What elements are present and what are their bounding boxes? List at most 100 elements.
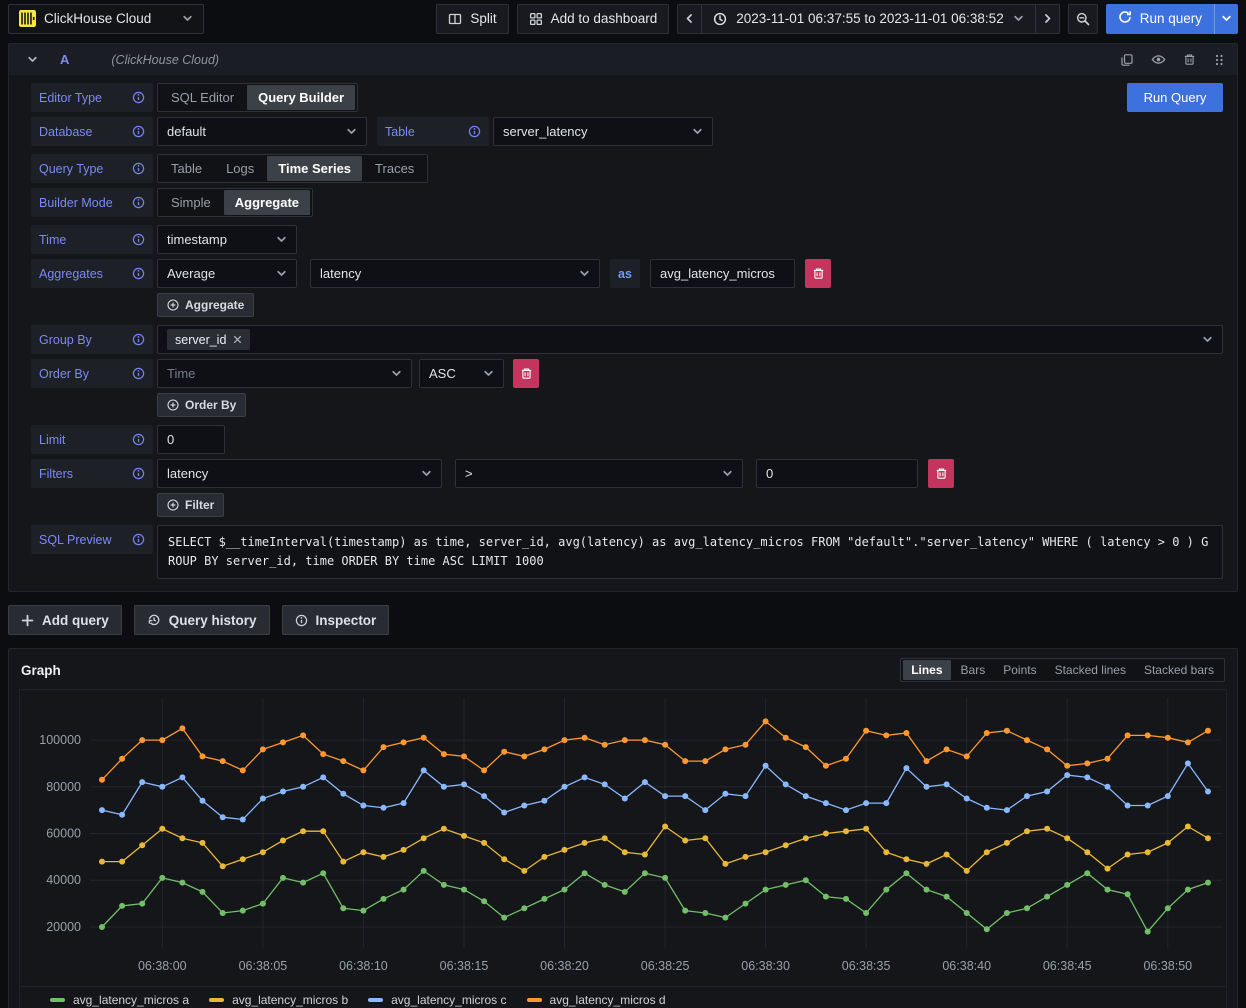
filter-value-input[interactable] — [756, 459, 918, 488]
option-points[interactable]: Points — [995, 660, 1044, 680]
remove-filter-button[interactable] — [928, 459, 954, 488]
aggregate-alias-input[interactable] — [650, 259, 795, 288]
info-icon[interactable] — [132, 533, 145, 546]
inspector-button[interactable]: Inspector — [282, 605, 390, 635]
info-icon[interactable] — [132, 467, 145, 480]
run-query-panel-button[interactable]: Run Query — [1127, 83, 1223, 112]
filters-label: Filters — [31, 459, 153, 488]
option-simple[interactable]: Simple — [160, 190, 222, 215]
chevron-right-icon — [1042, 13, 1053, 24]
info-icon[interactable] — [132, 333, 145, 346]
svg-text:80000: 80000 — [46, 780, 81, 794]
time-series-chart[interactable]: 2000040000600008000010000006:38:0006:38:… — [19, 689, 1227, 1008]
duplicate-query-icon[interactable] — [1120, 53, 1134, 67]
chevron-down-icon — [268, 234, 287, 245]
group-by-select[interactable]: server_id — [157, 325, 1223, 354]
legend-series-swatch — [50, 998, 65, 1002]
option-query-builder[interactable]: Query Builder — [247, 85, 355, 110]
info-icon[interactable] — [132, 267, 145, 280]
option-lines[interactable]: Lines — [903, 660, 950, 680]
info-icon[interactable] — [132, 91, 145, 104]
remove-aggregate-button[interactable] — [805, 259, 831, 288]
info-icon[interactable] — [132, 196, 145, 209]
filter-operator-select[interactable]: > — [455, 459, 743, 488]
run-query-dropdown-button[interactable] — [1214, 4, 1238, 34]
legend-item[interactable]: avg_latency_micros d — [527, 993, 666, 1007]
query-history-button[interactable]: Query history — [134, 605, 270, 635]
info-icon[interactable] — [132, 433, 145, 446]
option-bars[interactable]: Bars — [953, 660, 994, 680]
legend-item[interactable]: avg_latency_micros b — [209, 993, 348, 1007]
group-by-chip[interactable]: server_id — [167, 329, 250, 350]
query-row-header[interactable]: A (ClickHouse Cloud) — [9, 44, 1237, 75]
add-order-by-button[interactable]: Order By — [157, 393, 246, 417]
run-query-button[interactable]: Run query — [1106, 4, 1214, 34]
add-filter-button[interactable]: Filter — [157, 493, 224, 517]
time-forward-button[interactable] — [1036, 4, 1060, 34]
remove-order-by-button[interactable] — [513, 359, 539, 388]
info-icon[interactable] — [132, 162, 145, 175]
legend-item[interactable]: avg_latency_micros a — [50, 993, 189, 1007]
svg-text:06:38:05: 06:38:05 — [239, 959, 288, 973]
option-aggregate[interactable]: Aggregate — [224, 190, 310, 215]
option-logs[interactable]: Logs — [215, 156, 265, 181]
plus-circle-icon — [167, 399, 179, 411]
explore-toolbar: ClickHouse Cloud Split Add to dashboard … — [0, 0, 1246, 37]
time-column-select[interactable]: timestamp — [157, 225, 297, 254]
info-icon[interactable] — [132, 367, 145, 380]
svg-text:06:38:40: 06:38:40 — [942, 959, 991, 973]
add-query-button[interactable]: Add query — [8, 605, 122, 635]
database-label: Database — [31, 117, 153, 146]
history-icon — [147, 613, 161, 627]
drag-handle-icon[interactable] — [1213, 53, 1225, 67]
aggregate-column-select[interactable]: latency — [310, 259, 600, 288]
split-button[interactable]: Split — [436, 4, 508, 34]
chevron-down-icon — [413, 468, 432, 479]
graph-panel: Graph LinesBarsPointsStacked linesStacke… — [8, 648, 1238, 1008]
legend-series-swatch — [527, 998, 542, 1002]
time-range-picker-button[interactable]: 2023-11-01 06:37:55 to 2023-11-01 06:38:… — [701, 4, 1035, 34]
filter-column-select[interactable]: latency — [157, 459, 442, 488]
svg-text:100000: 100000 — [39, 733, 81, 747]
svg-text:06:38:10: 06:38:10 — [339, 959, 388, 973]
datasource-picker-label: ClickHouse Cloud — [44, 11, 151, 26]
secondary-actions: Add query Query history Inspector — [8, 605, 1238, 635]
info-icon[interactable] — [468, 125, 481, 138]
option-stacked-lines[interactable]: Stacked lines — [1047, 660, 1134, 680]
remove-chip-icon[interactable] — [233, 335, 242, 344]
option-traces[interactable]: Traces — [364, 156, 425, 181]
chevron-down-icon — [1221, 13, 1232, 24]
builder-mode-switch: SimpleAggregate — [157, 188, 313, 217]
svg-text:06:38:50: 06:38:50 — [1143, 959, 1192, 973]
legend-series-name: avg_latency_micros c — [391, 993, 506, 1007]
legend-series-name: avg_latency_micros a — [73, 993, 189, 1007]
editor-type-label: Editor Type — [31, 83, 153, 112]
hide-query-icon[interactable] — [1151, 52, 1166, 67]
add-to-dashboard-button[interactable]: Add to dashboard — [517, 4, 670, 34]
order-by-field-select[interactable]: Time — [157, 359, 412, 388]
zoom-out-button[interactable] — [1068, 4, 1098, 34]
option-time-series[interactable]: Time Series — [267, 156, 362, 181]
order-by-direction-select[interactable]: ASC — [419, 359, 504, 388]
datasource-picker[interactable]: ClickHouse Cloud — [8, 4, 204, 34]
time-range-text: 2023-11-01 06:37:55 to 2023-11-01 06:38:… — [736, 11, 1003, 26]
aggregate-function-select[interactable]: Average — [157, 259, 297, 288]
table-select[interactable]: server_latency — [493, 117, 713, 146]
group-by-label: Group By — [31, 325, 153, 354]
time-picker: 2023-11-01 06:37:55 to 2023-11-01 06:38:… — [677, 4, 1059, 34]
time-back-button[interactable] — [677, 4, 701, 34]
info-icon[interactable] — [132, 125, 145, 138]
option-sql-editor[interactable]: SQL Editor — [160, 85, 245, 110]
remove-query-icon[interactable] — [1183, 53, 1196, 66]
legend-item[interactable]: avg_latency_micros c — [368, 993, 506, 1007]
add-aggregate-button[interactable]: Aggregate — [157, 293, 254, 317]
database-select[interactable]: default — [157, 117, 367, 146]
legend-series-name: avg_latency_micros d — [550, 993, 666, 1007]
limit-input[interactable] — [157, 425, 225, 454]
option-table[interactable]: Table — [160, 156, 213, 181]
trash-icon — [520, 367, 533, 380]
collapse-chevron-icon[interactable] — [27, 54, 38, 65]
info-icon[interactable] — [132, 233, 145, 246]
option-stacked-bars[interactable]: Stacked bars — [1136, 660, 1222, 680]
chevron-down-icon — [571, 268, 590, 279]
